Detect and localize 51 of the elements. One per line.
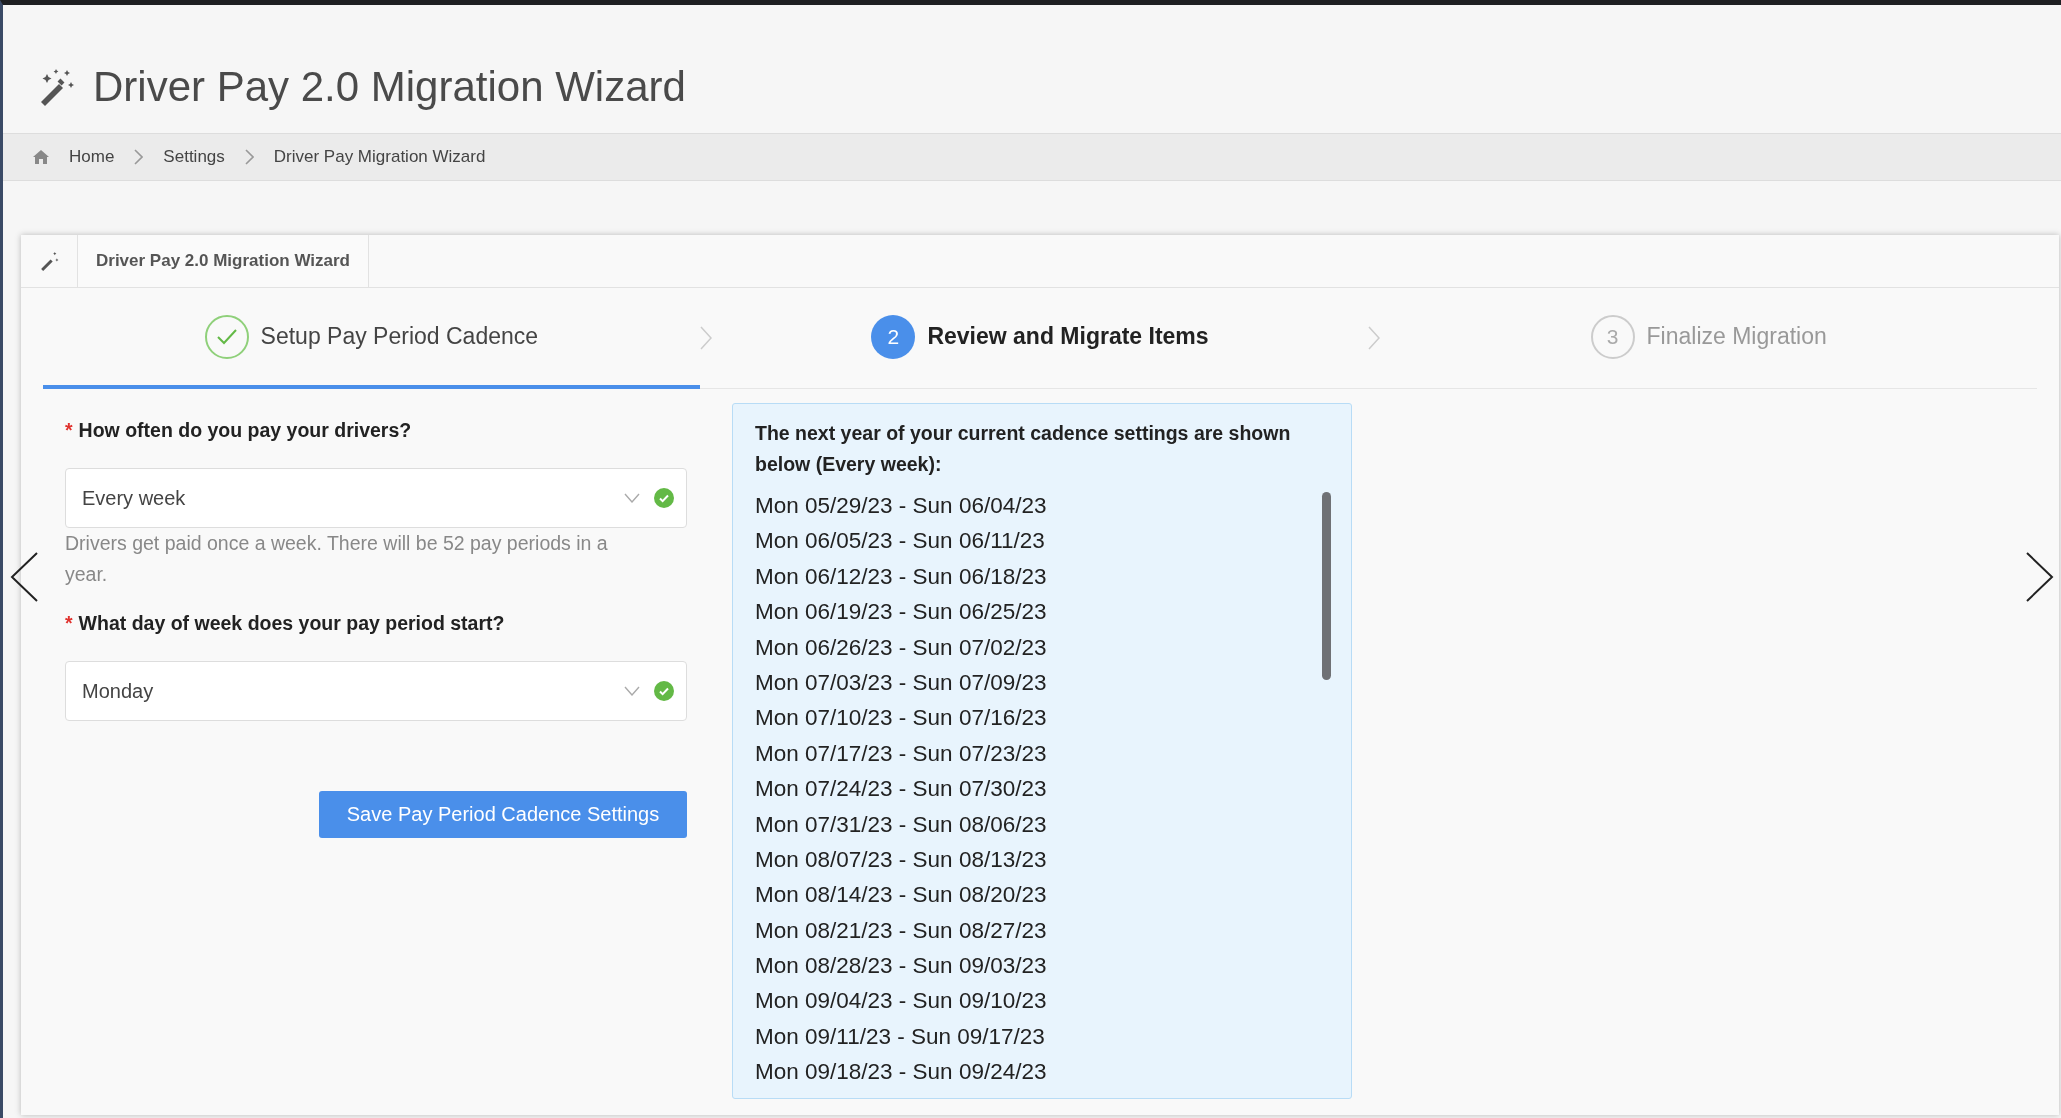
step-label: Finalize Migration: [1646, 323, 1827, 350]
required-mark: *: [65, 612, 73, 635]
step-label: Setup Pay Period Cadence: [260, 323, 539, 350]
pay-period: Mon 07/31/23 - Sun 08/06/23: [755, 810, 1048, 839]
pay-period: Mon 08/21/23 - Sun 08/27/23: [755, 916, 1048, 945]
help-text: Drivers get paid once a week. There will be 52 pay periods in a year.: [65, 531, 609, 587]
pay-period: Mon 07/03/23 - Sun 07/09/23: [755, 668, 1048, 697]
pay-period: Mon 05/29/23 - Sun 06/04/23: [755, 492, 1048, 520]
card-tab[interactable]: Driver Pay 2.0 Migration Wizard: [78, 235, 369, 287]
chevron-down-icon: [624, 686, 640, 696]
select-field[interactable]: Every week: [65, 468, 687, 528]
breadcrumb-link[interactable]: Driver Pay Migration Wizard: [273, 147, 486, 167]
step-number: 2: [871, 314, 916, 359]
scrollbar-thumb[interactable]: [1322, 492, 1331, 680]
pay-period: Mon 07/17/23 - Sun 07/23/23: [755, 739, 1048, 768]
field-label-text: How often do you pay your drivers?: [78, 419, 412, 442]
chevron-right-icon: [699, 326, 712, 350]
chevron-down-icon: [624, 493, 640, 503]
breadcrumb-link[interactable]: Home: [69, 147, 115, 167]
chevron-right-icon: [244, 149, 254, 165]
pay-period: Mon 06/05/23 - Sun 06/11/23: [755, 527, 1046, 556]
step-number: 3: [1590, 314, 1635, 359]
pay-period: Mon 06/19/23 - Sun 06/25/23: [755, 598, 1048, 627]
step-label: Review and Migrate Items: [927, 323, 1209, 350]
pay-period: Mon 08/28/23 - Sun 09/03/23: [755, 952, 1048, 981]
chevron-left-icon[interactable]: [9, 551, 39, 603]
required-mark: *: [65, 419, 73, 442]
magic-wand-icon: [39, 251, 59, 271]
chevron-right-icon: [134, 149, 144, 165]
breadcrumb-link[interactable]: Settings: [163, 147, 225, 167]
preview-heading: The next year of your current cadence settings are shown below (Every week):: [755, 421, 1292, 477]
pay-period: Mon 09/11/23 - Sun 09/17/23: [755, 1022, 1046, 1051]
chevron-right-icon[interactable]: [2025, 551, 2055, 603]
page-title: Driver Pay 2.0 Migration Wizard: [93, 63, 686, 111]
wizard-step[interactable]: 2 Review and Migrate Items: [711, 288, 1369, 389]
check-icon: [654, 681, 674, 701]
pay-period: Mon 06/26/23 - Sun 07/02/23: [755, 633, 1048, 662]
home-icon: [33, 150, 49, 164]
field-label-text: What day of week does your pay period start?: [78, 612, 505, 635]
pay-period: Mon 07/10/23 - Sun 07/16/23: [755, 704, 1048, 733]
select-field[interactable]: Monday: [65, 661, 687, 721]
chevron-right-icon: [1368, 326, 1381, 350]
pay-period: Mon 07/24/23 - Sun 07/30/23: [755, 775, 1048, 804]
check-icon: [654, 488, 674, 508]
pay-period: Mon 06/12/23 - Sun 06/18/23: [755, 562, 1048, 591]
pay-period: Mon 08/14/23 - Sun 08/20/23: [755, 881, 1048, 910]
check-icon: [215, 327, 238, 346]
pay-period: Mon 09/04/23 - Sun 09/10/23: [755, 987, 1048, 1016]
pay-period: Mon 09/18/23 - Sun 09/24/23: [755, 1058, 1048, 1087]
pay-period: Mon 08/07/23 - Sun 08/13/23: [755, 845, 1048, 874]
wizard-step[interactable]: Setup Pay Period Cadence: [43, 288, 700, 389]
